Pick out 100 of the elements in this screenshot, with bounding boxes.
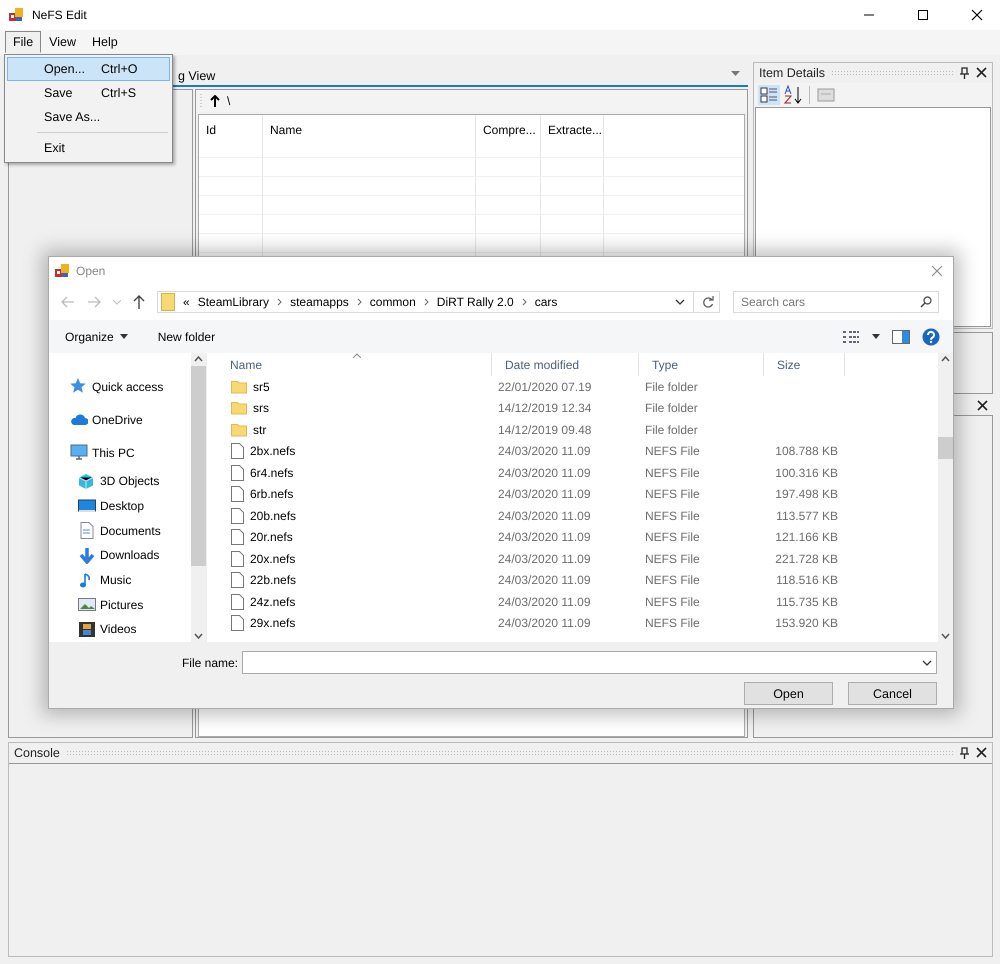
file-icon xyxy=(231,529,244,546)
open-button[interactable]: Open xyxy=(744,682,833,705)
file-row[interactable]: 29x.nefs 24/03/2020 11.09 NEFS File 153.920 KB xyxy=(212,612,938,634)
menu-entry[interactable]: Save Ctrl+S xyxy=(7,81,170,105)
pin-icon[interactable] xyxy=(959,66,970,79)
column-header[interactable]: Id xyxy=(199,114,263,157)
column-header[interactable]: Name xyxy=(263,114,476,157)
new-folder-button[interactable]: New folder xyxy=(158,326,216,346)
column-header[interactable]: Compre... xyxy=(476,114,541,157)
scroll-up-icon[interactable] xyxy=(941,356,950,362)
nav-item[interactable]: Music xyxy=(49,568,191,592)
column-header[interactable]: Extracte... xyxy=(541,114,604,157)
caret-icon[interactable] xyxy=(872,334,880,339)
scrollbar[interactable] xyxy=(191,353,206,642)
file-name: 2bx.nefs xyxy=(250,444,296,458)
scroll-down-icon[interactable] xyxy=(194,633,203,639)
nav-item[interactable]: This PC xyxy=(49,436,191,469)
categorized-icon[interactable] xyxy=(758,84,780,105)
breadcrumb-item[interactable]: cars xyxy=(534,295,558,309)
nav-item[interactable]: 3D Objects xyxy=(49,469,191,494)
file-row[interactable]: 6rb.nefs 24/03/2020 11.09 NEFS File 197.498 KB xyxy=(212,484,938,505)
maximize-icon[interactable] xyxy=(917,8,929,21)
app-icon xyxy=(54,263,70,278)
file-date: 24/03/2020 11.09 xyxy=(497,466,592,480)
file-icon xyxy=(231,572,244,588)
menu-entry[interactable]: Open... Ctrl+O xyxy=(7,57,170,81)
close-icon[interactable] xyxy=(971,8,983,21)
file-row[interactable]: sr5 22/01/2020 07.19 File folder xyxy=(212,376,938,398)
file-date: 24/03/2020 11.09 xyxy=(497,573,592,588)
refresh-icon[interactable] xyxy=(702,296,714,308)
property-pages-icon[interactable] xyxy=(817,86,835,103)
folder-icon xyxy=(231,422,247,437)
sort-az-icon[interactable] xyxy=(784,84,802,105)
file-row[interactable]: 20r.nefs 24/03/2020 11.09 NEFS File 121.166 KB xyxy=(212,526,938,548)
help-icon[interactable] xyxy=(922,328,940,346)
file-size: 121.166 KB xyxy=(774,530,839,544)
breadcrumb-item[interactable]: DiRT Rally 2.0 xyxy=(436,295,514,309)
file-row[interactable]: srs 14/12/2019 12.34 File folder xyxy=(212,398,938,419)
column-header[interactable]: Name xyxy=(212,353,492,376)
file-date: 14/12/2019 12.34 xyxy=(497,401,592,416)
file-name: 24z.nefs xyxy=(250,594,296,609)
file-row[interactable]: 6r4.nefs 24/03/2020 11.09 NEFS File 100.316 KB xyxy=(212,462,938,484)
nav-item[interactable]: OneDrive xyxy=(49,403,191,436)
chevron-down-icon[interactable] xyxy=(675,299,685,305)
column-header[interactable]: Type xyxy=(639,353,764,376)
file-row[interactable]: 20x.nefs 24/03/2020 11.09 NEFS File 221.728 KB xyxy=(212,548,938,570)
up-arrow-icon[interactable] xyxy=(210,94,220,107)
scroll-down-icon[interactable] xyxy=(941,633,950,639)
file-date: 24/03/2020 11.09 xyxy=(497,444,592,458)
scrollbar[interactable] xyxy=(938,353,953,642)
search-icon[interactable] xyxy=(920,296,932,308)
menu-item[interactable]: Help xyxy=(84,31,126,54)
file-name-field[interactable] xyxy=(242,651,937,674)
scroll-thumb[interactable] xyxy=(191,366,206,566)
breadcrumb-item[interactable]: steamapps xyxy=(290,295,349,309)
column-header[interactable]: Size xyxy=(764,353,845,376)
address-bar[interactable]: « SteamLibrary steamapps common DiRT Rally 2.0 cars xyxy=(157,291,720,313)
scroll-thumb[interactable] xyxy=(938,437,953,459)
file-row[interactable]: 2bx.nefs 24/03/2020 11.09 NEFS File 108.788 KB xyxy=(212,440,938,462)
file-name: 20r.nefs xyxy=(250,530,293,544)
scroll-up-icon[interactable] xyxy=(194,356,203,362)
cancel-button[interactable]: Cancel xyxy=(848,682,937,705)
file-size: 153.920 KB xyxy=(774,616,839,630)
view-options-icon[interactable] xyxy=(842,330,860,344)
file-row[interactable]: 22b.nefs 24/03/2020 11.09 NEFS File 118.516 KB xyxy=(212,570,938,591)
entry-label: Exit xyxy=(44,141,66,155)
nav-item[interactable]: Pictures xyxy=(49,592,191,618)
menu-entry[interactable]: Exit xyxy=(7,136,170,160)
pin-icon[interactable] xyxy=(959,746,970,759)
document-tab[interactable]: g View xyxy=(172,64,222,85)
up-arrow-icon[interactable] xyxy=(133,295,145,309)
file-type: NEFS File xyxy=(644,444,701,458)
breadcrumb-item[interactable]: common xyxy=(370,295,416,309)
search-field[interactable]: Search cars xyxy=(733,291,939,313)
panel-title: Console xyxy=(14,746,60,760)
organize-button[interactable]: Organize xyxy=(65,326,128,346)
file-row[interactable]: 24z.nefs 24/03/2020 11.09 NEFS File 115.735 KB xyxy=(212,591,938,612)
dropdown-icon[interactable] xyxy=(731,70,740,76)
nav-item[interactable]: Videos xyxy=(49,617,191,642)
file-row[interactable]: 20b.nefs 24/03/2020 11.09 NEFS File 113.577 KB xyxy=(212,505,938,526)
nav-item[interactable]: Quick access xyxy=(49,370,191,403)
nav-item[interactable]: Downloads xyxy=(49,543,191,568)
menu-item[interactable]: File xyxy=(5,31,42,54)
nav-item[interactable]: Desktop xyxy=(49,494,191,518)
caret-icon xyxy=(120,334,128,339)
file-row[interactable]: str 14/12/2019 09.48 File folder xyxy=(212,419,938,440)
chevron-right-icon xyxy=(424,298,429,306)
breadcrumb-item[interactable]: « xyxy=(183,295,190,309)
nav-item[interactable]: Documents xyxy=(49,518,191,544)
monitor-icon xyxy=(70,444,88,461)
menu-entry[interactable]: Save As... xyxy=(7,105,170,129)
menu-item[interactable]: View xyxy=(41,31,84,54)
breadcrumb-item[interactable]: SteamLibrary xyxy=(198,295,270,309)
preview-pane-icon[interactable] xyxy=(892,330,910,344)
close-icon[interactable] xyxy=(977,400,988,412)
column-header[interactable]: Date modified xyxy=(492,353,639,376)
close-icon[interactable] xyxy=(976,747,987,758)
close-icon[interactable] xyxy=(976,67,987,78)
file-name: srs xyxy=(253,401,269,416)
nav-label: OneDrive xyxy=(92,412,143,426)
